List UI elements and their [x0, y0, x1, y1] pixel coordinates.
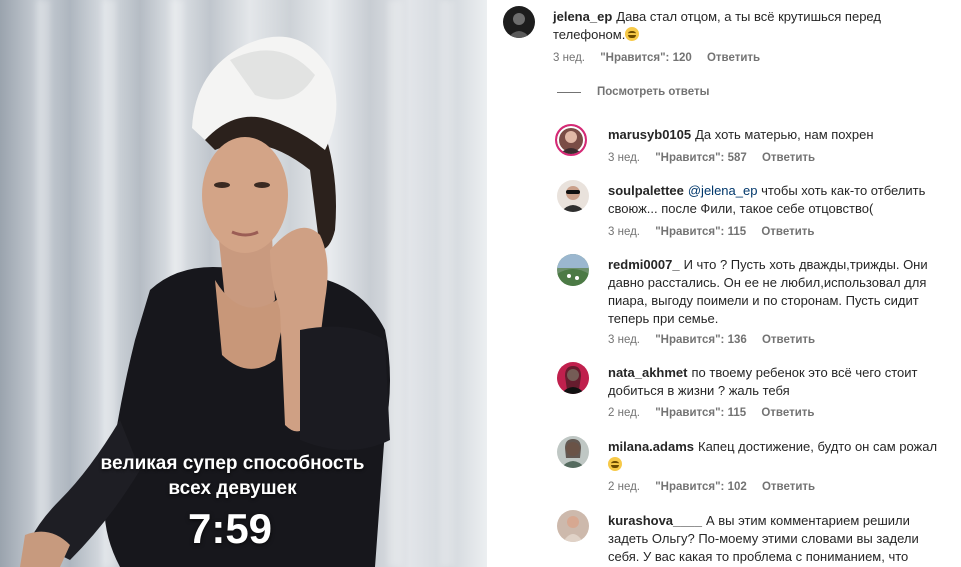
- reply-text: nata_akhmet по твоему ребенок это всё чег…: [608, 364, 953, 400]
- reply-meta: 2 нед. "Нравится": 102 Ответить: [608, 481, 827, 493]
- comment-time[interactable]: 3 нед.: [553, 52, 585, 64]
- video-caption-line2: всех девушек: [168, 478, 297, 499]
- reply-meta: 2 нед. "Нравится": 115 Ответить: [608, 407, 827, 419]
- avatar[interactable]: [557, 180, 589, 212]
- reply-likes[interactable]: "Нравится": 136: [655, 334, 747, 346]
- reply-text: milana.adams Капец достижение, будто он с…: [608, 438, 953, 474]
- reply-meta: 3 нед. "Нравится": 136 Ответить: [608, 334, 827, 346]
- reply-mention[interactable]: @jelena_ep: [688, 183, 758, 198]
- reply-body: Да хоть матерью, нам похрен: [695, 127, 874, 142]
- reply-text: soulpalettee @jelena_ep чтобы хоть как-то…: [608, 182, 953, 218]
- video-caption-timer: 7:59: [187, 505, 273, 552]
- comment-likes[interactable]: "Нравится": 120: [600, 52, 692, 64]
- reply-time[interactable]: 3 нед.: [608, 334, 640, 346]
- avatar[interactable]: [557, 510, 589, 542]
- avatar[interactable]: [557, 436, 589, 468]
- avatar-photo-icon: [563, 516, 583, 542]
- reply-username[interactable]: nata_akhmet: [608, 365, 687, 380]
- view-replies-label: Посмотреть ответы: [597, 86, 710, 98]
- replies-divider-line: [557, 91, 581, 93]
- reply-likes[interactable]: "Нравится": 587: [655, 152, 747, 164]
- reply-button[interactable]: Ответить: [761, 407, 814, 419]
- comments-panel[interactable]: jelena_ep Дава стал отцом, а ты всё крути…: [487, 0, 961, 567]
- reply-time[interactable]: 3 нед.: [608, 152, 640, 164]
- reply-meta: 3 нед. "Нравится": 587 Ответить: [608, 152, 827, 164]
- reply-button[interactable]: Ответить: [707, 52, 760, 64]
- reply-username[interactable]: redmi0007_: [608, 257, 680, 272]
- comment-meta: 3 нед. "Нравится": 120 Ответить: [553, 52, 772, 64]
- avatar[interactable]: [503, 6, 535, 38]
- reply-button[interactable]: Ответить: [761, 226, 814, 238]
- reply-button[interactable]: Ответить: [762, 481, 815, 493]
- reply-button[interactable]: Ответить: [762, 152, 815, 164]
- comment-username[interactable]: jelena_ep: [553, 9, 612, 24]
- avatar-photo-icon: [561, 366, 585, 394]
- reply-text: redmi0007_ И что ? Пусть хоть дважды,триж…: [608, 256, 953, 328]
- reply-time[interactable]: 2 нед.: [608, 407, 640, 419]
- avatar-photo-icon: [561, 186, 585, 212]
- reply-username[interactable]: milana.adams: [608, 439, 694, 454]
- reply-time[interactable]: 3 нед.: [608, 226, 640, 238]
- grinning-sweat-emoji-icon: [625, 27, 640, 41]
- reply-username[interactable]: kurashova____: [608, 513, 702, 528]
- reply-likes[interactable]: "Нравится": 115: [655, 226, 746, 238]
- reply-body: Капец достижение, будто он сам рожал: [698, 439, 938, 454]
- video-caption-line1: великая супер способность: [100, 453, 365, 474]
- view-replies-button[interactable]: Посмотреть ответы: [557, 86, 709, 98]
- reply-likes[interactable]: "Нравится": 102: [655, 481, 747, 493]
- avatar[interactable]: [557, 254, 589, 286]
- reply-username[interactable]: soulpalettee: [608, 183, 684, 198]
- avatar-photo-icon: [560, 131, 582, 154]
- reply-button[interactable]: Ответить: [762, 334, 815, 346]
- avatar[interactable]: [557, 362, 589, 394]
- avatar[interactable]: [555, 124, 587, 156]
- reel-video[interactable]: великая супер способность всех девушек 7…: [0, 0, 487, 567]
- grinning-sweat-emoji-icon: [608, 457, 622, 471]
- comment-text: jelena_ep Дава стал отцом, а ты всё крути…: [553, 8, 905, 44]
- reply-text: marusyb0105 Да хоть матерью, нам похрен: [608, 126, 953, 144]
- avatar-photo-icon: [557, 254, 589, 286]
- reply-text: kurashova____ А вы этим комментарием реши…: [608, 512, 953, 566]
- avatar-photo-icon: [561, 439, 585, 468]
- reply-likes[interactable]: "Нравится": 115: [655, 407, 746, 419]
- reply-time[interactable]: 2 нед.: [608, 481, 640, 493]
- avatar-silhouette-icon: [508, 13, 530, 38]
- reply-meta: 3 нед. "Нравится": 115 Ответить: [608, 226, 827, 238]
- reply-username[interactable]: marusyb0105: [608, 127, 691, 142]
